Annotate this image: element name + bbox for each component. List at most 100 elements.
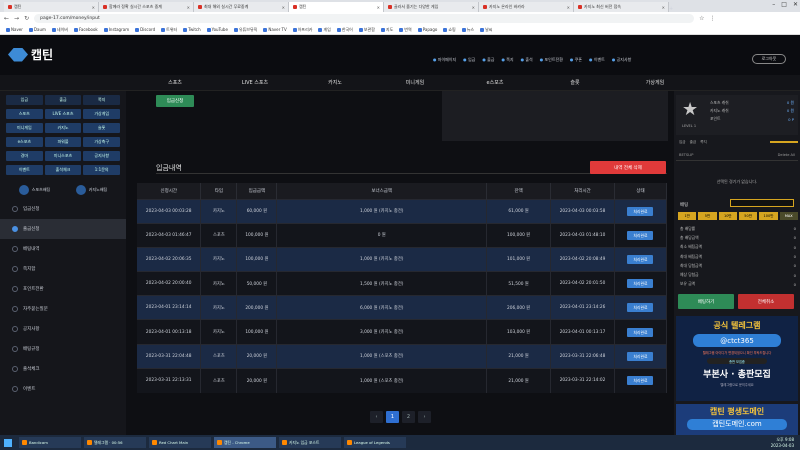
top-link[interactable]: 쪽지 <box>501 57 513 63</box>
quick-button[interactable]: 쪽지 <box>83 95 121 105</box>
menu-icon[interactable]: ⋮ <box>709 15 715 22</box>
status-badge[interactable]: 처리완료 <box>627 230 654 240</box>
bookmark-item[interactable]: 뉴스 <box>461 27 474 33</box>
taskbar-app[interactable]: Bandicam <box>19 437 81 448</box>
category-button[interactable]: 출석체크 <box>44 165 82 175</box>
browser-tab[interactable]: 카지노 최신 버전 접속 ✕ <box>574 2 669 12</box>
logout-button[interactable]: 로그아웃 <box>752 54 786 64</box>
deposit-apply-button[interactable]: 입금신청 <box>156 95 194 107</box>
close-icon[interactable]: ✕ <box>793 1 798 8</box>
category-button[interactable]: LIVE 스포츠 <box>44 109 82 119</box>
amount-button[interactable]: 5만 <box>698 212 717 220</box>
bookmark-item[interactable]: Instagram <box>103 27 129 32</box>
sidebar-item[interactable]: 포인트전환 <box>0 279 126 299</box>
top-link[interactable]: 쿠폰 <box>570 57 582 63</box>
status-badge[interactable]: 처리완료 <box>627 376 654 386</box>
top-link[interactable]: 이벤트 <box>589 57 605 63</box>
bookmark-item[interactable]: 번역 <box>399 27 412 33</box>
amount-button[interactable]: 100만 <box>759 212 778 220</box>
quick-tab[interactable]: 출금 <box>690 140 697 145</box>
quick-button[interactable]: 입금 <box>6 95 43 105</box>
browser-tab[interactable]: 최대 해외 실시간 무료중계 ✕ <box>194 2 289 12</box>
bookmark-item[interactable]: 보관함 <box>358 27 375 33</box>
main-nav-item[interactable]: LIVE 스포츠 <box>215 79 295 86</box>
sidebar-item[interactable]: 쪽지함 <box>0 259 126 279</box>
sidebar-item[interactable]: 자주묻는질문 <box>0 299 126 319</box>
taskbar-app[interactable]: League of Legends <box>344 437 406 448</box>
url-input[interactable]: page-17.com/money/input <box>34 14 695 23</box>
browser-tab[interactable]: 카지노 온라인 바카라 ✕ <box>479 2 574 12</box>
sidebar-item[interactable]: 베팅내역 <box>0 239 126 259</box>
status-badge[interactable]: 처리완료 <box>627 327 654 337</box>
bookmark-item[interactable]: 한국어 <box>336 27 353 33</box>
sidebar-item[interactable]: 이벤트 <box>0 379 126 399</box>
favorite-shortcut[interactable]: 카지노배팅 <box>75 185 107 195</box>
top-link[interactable]: 출금 <box>482 57 494 63</box>
main-nav-item[interactable]: 가상게임 <box>615 79 695 86</box>
page-button[interactable]: 1 <box>386 411 399 423</box>
taskbar-app[interactable]: Red Chart Main <box>149 437 211 448</box>
bookmark-item[interactable]: 쇼핑 <box>443 27 456 33</box>
bookmark-item[interactable]: 유튜브뮤직 <box>233 27 257 33</box>
sidebar-item[interactable]: 입금신청 <box>0 199 126 219</box>
main-nav-item[interactable]: 카지노 <box>295 79 375 86</box>
browser-tab[interactable]: 캡틴 ✕ <box>4 2 99 12</box>
bookmark-item[interactable]: Naver TV <box>263 27 287 32</box>
bookmark-item[interactable]: Discord <box>135 27 155 32</box>
top-link[interactable]: 포인트전환 <box>540 57 563 63</box>
bookmark-item[interactable]: YouTube <box>206 27 228 32</box>
maximize-icon[interactable]: □ <box>781 1 787 8</box>
page-button[interactable]: › <box>418 411 431 423</box>
telegram-banner[interactable]: 공식 텔레그램 @ctct365 텔레그램 아이디가 변경되었으니 확인 부탁드… <box>676 316 798 401</box>
category-button[interactable]: 가상축구 <box>83 137 121 147</box>
top-link[interactable]: 입금 <box>463 57 475 63</box>
main-nav-item[interactable]: 슬롯 <box>535 79 615 86</box>
sidebar-item[interactable]: 출석체크 <box>0 359 126 379</box>
page-button[interactable]: ‹ <box>370 411 383 423</box>
top-link[interactable]: 공지사항 <box>612 57 632 63</box>
sidebar-item[interactable]: 공지사항 <box>0 319 126 339</box>
betslip-header-label[interactable]: Delete All <box>778 153 795 160</box>
quick-tab[interactable]: 쪽지 <box>700 140 707 145</box>
main-nav-item[interactable]: 스포츠 <box>135 79 215 86</box>
top-link[interactable]: 마이페이지 <box>433 57 456 63</box>
taskbar-clock[interactable]: 오후 9:08 2023-04-03 <box>771 437 794 448</box>
tab-close-icon[interactable]: ✕ <box>567 5 570 10</box>
amount-button[interactable]: 1만 <box>678 212 697 220</box>
bookmark-item[interactable]: Papago <box>417 27 437 32</box>
sidebar-item[interactable]: 출금신청 <box>0 219 126 239</box>
status-badge[interactable]: 처리완료 <box>627 303 654 313</box>
category-button[interactable]: 카지노 <box>44 123 82 133</box>
taskbar-app[interactable]: 캡틴 - Chrome <box>214 437 276 448</box>
tab-close-icon[interactable]: ✕ <box>662 5 665 10</box>
browser-tab[interactable]: 함께라 정확 실시간 스포츠 중계 ✕ <box>99 2 194 12</box>
site-logo[interactable]: 캡틴 <box>8 46 53 63</box>
bookmark-item[interactable]: Naver <box>6 27 23 32</box>
tab-close-icon[interactable]: ✕ <box>92 5 95 10</box>
category-button[interactable]: 미니스포츠 <box>44 151 82 161</box>
bookmark-item[interactable]: 날씨 <box>480 27 492 33</box>
amount-button[interactable]: 50만 <box>738 212 758 220</box>
bookmark-item[interactable]: Daum <box>28 27 46 32</box>
forward-icon[interactable]: → <box>14 15 19 22</box>
start-icon[interactable] <box>4 438 12 447</box>
taskbar-app[interactable]: 카지노 입금 포스트 <box>279 437 341 448</box>
category-button[interactable]: 1:1문의 <box>83 165 121 175</box>
tab-close-icon[interactable]: ✕ <box>187 5 190 10</box>
reload-icon[interactable]: ↻ <box>24 15 29 22</box>
category-button[interactable]: 가상게임 <box>83 109 121 119</box>
place-bet-button[interactable]: 배팅하기 <box>678 294 734 309</box>
page-button[interactable]: 2 <box>402 411 415 423</box>
favorite-shortcut[interactable]: 스포츠배팅 <box>18 185 50 195</box>
amount-button[interactable]: MAX <box>779 212 798 220</box>
tab-close-icon[interactable]: ✕ <box>377 5 380 10</box>
taskbar-app[interactable]: 텔레그램 · 00:56 <box>84 437 146 448</box>
quick-tab[interactable]: 입금 <box>679 140 686 145</box>
bookmark-item[interactable]: 네이버 <box>51 27 68 33</box>
category-button[interactable]: 공지사항 <box>83 151 121 161</box>
bookmark-item[interactable]: Twitch <box>183 27 201 32</box>
status-badge[interactable]: 처리완료 <box>627 206 654 216</box>
category-button[interactable]: 경마 <box>6 151 43 161</box>
status-badge[interactable]: 처리완료 <box>627 279 654 289</box>
back-icon[interactable]: ← <box>4 15 9 22</box>
